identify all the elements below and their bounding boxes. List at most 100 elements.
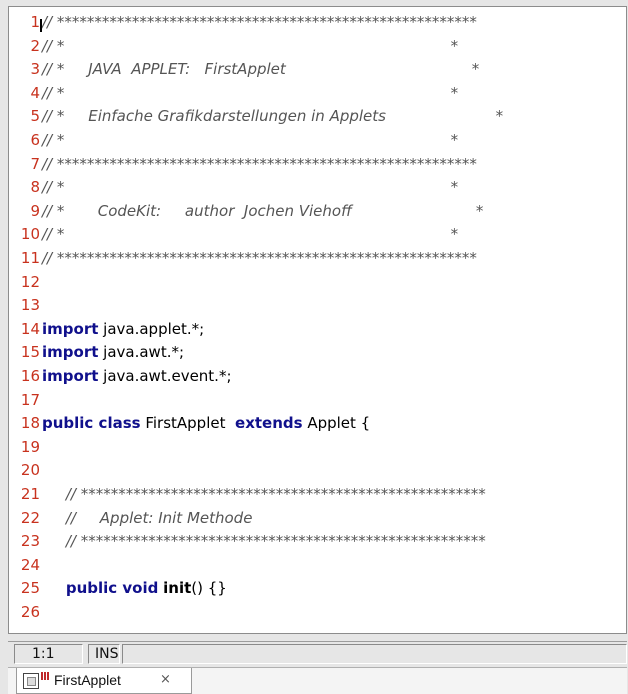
- code-text: java.awt.*;: [98, 343, 185, 362]
- code-line[interactable]: 3// * JAVA APPLET: FirstApplet *: [9, 58, 626, 82]
- code-line[interactable]: 11// ***********************************…: [9, 247, 626, 271]
- comment: // * JAVA APPLET: FirstApplet *: [42, 60, 480, 79]
- code-line[interactable]: 7// ************************************…: [9, 153, 626, 177]
- line-content: import java.applet.*;: [42, 318, 204, 342]
- line-number: 25: [20, 579, 40, 598]
- code-line[interactable]: 2// * *: [9, 35, 626, 59]
- line-number: 12: [20, 272, 40, 291]
- comment: // * *: [42, 36, 459, 55]
- tab-firstapplet[interactable]: FirstApplet ×: [16, 668, 192, 694]
- line-content: // * *: [42, 35, 458, 59]
- code-line[interactable]: 5// * Einfache Grafikdarstellungen in Ap…: [9, 105, 626, 129]
- code-line[interactable]: 19: [9, 436, 626, 460]
- line-content: // *************************************…: [42, 153, 477, 177]
- code-text: Applet {: [302, 414, 371, 433]
- comment: // * *: [42, 131, 459, 149]
- comment: // * *: [42, 178, 459, 197]
- line-content: import java.awt.*;: [42, 341, 184, 365]
- code-line[interactable]: 21 // **********************************…: [9, 483, 626, 507]
- status-bar: 1:1 INS: [8, 641, 627, 665]
- window-left-edge: [0, 0, 8, 694]
- code-line[interactable]: 12: [9, 271, 626, 295]
- code-line[interactable]: 10// * *: [9, 223, 626, 247]
- line-number: 2: [30, 36, 40, 55]
- line-number: 1: [30, 13, 40, 31]
- insert-mode-indicator[interactable]: INS: [88, 644, 120, 664]
- line-content: public class FirstApplet extends Applet …: [42, 412, 370, 436]
- code-text: java.applet.*;: [98, 319, 205, 338]
- code-line[interactable]: 9// * CodeKit: author Jochen Viehoff *: [9, 200, 626, 224]
- line-number: 4: [30, 83, 40, 102]
- editor-tab-bar: FirstApplet ×: [8, 667, 627, 694]
- line-content: // *************************************…: [42, 483, 486, 507]
- line-content: import java.awt.event.*;: [42, 365, 232, 389]
- comment: // *************************************…: [42, 13, 477, 31]
- line-number: 20: [20, 461, 40, 480]
- line-number: 8: [30, 178, 40, 197]
- keyword: import: [42, 367, 99, 385]
- line-number: 22: [20, 508, 40, 527]
- code-line[interactable]: 24: [9, 554, 626, 578]
- line-number: 26: [20, 603, 40, 621]
- code-line[interactable]: 20: [9, 459, 626, 483]
- line-number: 16: [20, 367, 40, 385]
- line-number: 11: [20, 249, 40, 267]
- keyword: public class: [42, 414, 141, 433]
- code-line[interactable]: 6// * *: [9, 129, 626, 153]
- line-number: 5: [30, 107, 40, 126]
- code-line[interactable]: 22 // Applet: Init Methode: [9, 507, 626, 531]
- code-text: FirstApplet: [140, 414, 236, 433]
- code-editor[interactable]: 1// ************************************…: [8, 6, 627, 634]
- comment: // * *: [42, 225, 459, 244]
- code-line[interactable]: 25 public void init() {}: [9, 577, 626, 601]
- status-message-area: [122, 644, 627, 664]
- line-content: public void init() {}: [42, 577, 227, 601]
- line-number: 9: [30, 201, 40, 220]
- code-text: () {}: [191, 579, 227, 598]
- line-number: 13: [20, 296, 40, 315]
- comment: // * *: [42, 83, 459, 102]
- keyword: extends: [235, 414, 303, 433]
- line-content: // * *: [42, 82, 458, 106]
- keyword: public void: [65, 579, 159, 598]
- line-number: 3: [30, 60, 40, 79]
- line-number: 6: [30, 131, 40, 149]
- text-cursor: [40, 19, 42, 32]
- line-number: 10: [20, 225, 40, 244]
- comment: // * CodeKit: author Jochen Viehoff *: [42, 201, 484, 220]
- comment: // *************************************…: [42, 249, 477, 267]
- close-icon[interactable]: ×: [160, 672, 171, 687]
- tab-label: FirstApplet: [54, 672, 121, 688]
- code-line[interactable]: 1// ************************************…: [9, 11, 626, 35]
- code-line[interactable]: 8// * *: [9, 176, 626, 200]
- line-number: 14: [20, 319, 40, 338]
- code-line[interactable]: 13: [9, 294, 626, 318]
- applet-file-icon: [23, 673, 39, 689]
- error-badge-icon: [41, 672, 50, 680]
- line-content: // * Einfache Grafikdarstellungen in App…: [42, 105, 503, 129]
- code-line[interactable]: 16 import java.awt.event.*;: [9, 365, 626, 389]
- code-line[interactable]: 15 import java.awt.*;: [9, 341, 626, 365]
- line-number: 17: [20, 390, 40, 409]
- code-line[interactable]: 14 import java.applet.*;: [9, 318, 626, 342]
- code-line[interactable]: 4// * *: [9, 82, 626, 106]
- editor-window: 1// ************************************…: [0, 0, 628, 694]
- code-line[interactable]: 26: [9, 601, 626, 625]
- line-number: 21: [20, 485, 40, 503]
- code-line[interactable]: 23 // **********************************…: [9, 530, 626, 554]
- comment: // *************************************…: [65, 532, 486, 551]
- keyword: import: [42, 319, 99, 338]
- comment: // * Einfache Grafikdarstellungen in App…: [42, 107, 504, 126]
- comment: // *************************************…: [65, 485, 486, 503]
- code-line[interactable]: 18 public class FirstApplet extends Apple…: [9, 412, 626, 436]
- code-text: java.awt.event.*;: [98, 367, 232, 385]
- line-content: // *************************************…: [42, 247, 477, 271]
- comment: // *************************************…: [42, 154, 477, 173]
- line-content: // *************************************…: [42, 11, 477, 35]
- method-name: init: [163, 579, 192, 598]
- code-line[interactable]: 17: [9, 389, 626, 413]
- line-content: // * *: [42, 129, 458, 153]
